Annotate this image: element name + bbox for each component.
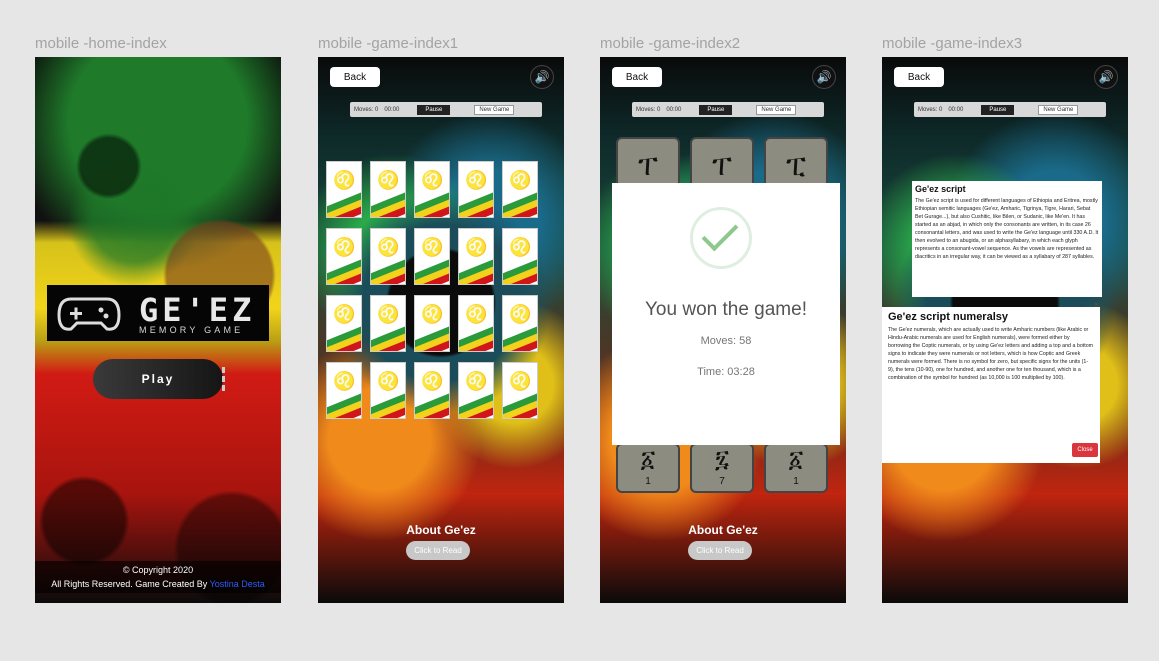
card-grid: ♌ ♌ ♌ ♌ ♌ ♌ ♌ ♌ ♌ ♌ ♌ ♌ ♌ ♌ ♌ ♌ ♌ ♌ ♌ ♌ [326,161,538,419]
memory-card[interactable]: ♌ [414,161,450,218]
copyright-line2: All Rights Reserved. Game Created By Yos… [51,579,265,589]
lion-icon: ♌ [509,170,532,190]
logo: GE'EZ MEMORY GAME [47,285,269,341]
lion-icon: ♌ [421,304,444,324]
lion-icon: ♌ [377,237,400,257]
lion-icon: ♌ [421,237,444,257]
pause-button[interactable]: Pause [981,104,1015,115]
info-title-numerals: Ge'ez script numeralsy [888,311,1009,323]
win-modal: You won the game! Moves: 58 Time: 03:28 [612,183,840,445]
game-screen-1: Back 🔊 Moves: 0 00:00 Pause New Game ♌ ♌ ♌… [318,57,564,603]
new-game-button[interactable]: New Game [756,104,797,115]
memory-card[interactable]: ♌ [326,161,362,218]
lion-icon: ♌ [465,170,488,190]
info-section-script: Ge'ez script The Ge'ez script is used fo… [912,181,1102,297]
status-bar: Moves: 0 00:00 Pause New Game [632,102,824,117]
sound-icon[interactable]: 🔊 [530,65,554,89]
lion-icon: ♌ [333,371,356,391]
close-button[interactable]: Close [1072,443,1098,457]
lion-icon: ♌ [509,237,532,257]
game-screen-3: Back 🔊 Moves: 0 00:00 Pause New Game Ge'… [882,57,1128,603]
timer: 00:00 [384,106,400,113]
logo-subtitle: MEMORY GAME [139,325,244,335]
lion-icon: ♌ [465,371,488,391]
lion-icon: ♌ [465,304,488,324]
lion-icon: ♌ [333,170,356,190]
memory-card[interactable]: ♌ [458,362,494,419]
home-screen: GE'EZ MEMORY GAME Play © Copyright 2020 … [35,57,281,603]
memory-card[interactable]: ♌ [326,228,362,285]
info-text-script: The Ge'ez script is used for different l… [915,198,1099,260]
lion-icon: ♌ [333,304,356,324]
lion-icon: ♌ [465,237,488,257]
frame-label-game1: mobile -game-index1 [318,35,459,52]
check-icon [690,207,752,269]
memory-card[interactable]: ♌ [502,295,538,352]
frame-label-home: mobile -home-index [35,35,167,52]
sound-icon[interactable]: 🔊 [1094,65,1118,89]
lion-icon: ♌ [377,170,400,190]
memory-card[interactable]: ♌ [458,228,494,285]
lion-icon: ♌ [377,371,400,391]
lion-icon: ♌ [421,371,444,391]
frame-label-game2: mobile -game-index2 [600,35,741,52]
moves-counter: Moves: 0 [636,106,661,113]
memory-card[interactable]: ♌ [370,295,406,352]
read-button[interactable]: Click to Read [688,541,752,560]
about-heading: About Ge'ez [688,523,758,537]
back-button[interactable]: Back [894,67,944,87]
memory-card[interactable]: ♌ [414,295,450,352]
memory-card[interactable]: ♌ [326,362,362,419]
memory-tile[interactable]: ፯7 [690,443,754,493]
info-text-numerals: The Ge'ez numerals, which are actually u… [888,327,1094,381]
lion-icon: ♌ [333,237,356,257]
memory-tile[interactable]: ፩1 [616,443,680,493]
memory-card[interactable]: ♌ [370,228,406,285]
copyright-line1: © Copyright 2020 [122,565,194,575]
about-heading: About Ge'ez [406,523,476,537]
info-section-numerals: Ge'ez script numeralsy The Ge'ez numeral… [882,307,1100,463]
back-button[interactable]: Back [330,67,380,87]
win-title: You won the game! [645,299,807,320]
game-screen-2: Back 🔊 Moves: 0 00:00 Pause New Game ፐ ፐ… [600,57,846,603]
memory-card[interactable]: ♌ [414,362,450,419]
gamepad-icon [57,297,121,331]
new-game-button[interactable]: New Game [474,104,515,115]
sound-icon[interactable]: 🔊 [812,65,836,89]
lion-icon: ♌ [509,304,532,324]
moves-counter: Moves: 0 [918,106,943,113]
pause-button[interactable]: Pause [417,104,451,115]
read-button[interactable]: Click to Read [406,541,470,560]
logo-title: GE'EZ [139,291,256,329]
lion-icon: ♌ [509,371,532,391]
memory-card[interactable]: ♌ [458,161,494,218]
memory-card[interactable]: ♌ [370,161,406,218]
win-moves: Moves: 58 [700,335,752,347]
author-link[interactable]: Yostina Desta [210,579,265,589]
memory-card[interactable]: ♌ [502,362,538,419]
memory-card[interactable]: ♌ [502,228,538,285]
timer: 00:00 [948,106,964,113]
memory-tile[interactable]: ፩1 [764,443,828,493]
timer: 00:00 [666,106,682,113]
status-bar: Moves: 0 00:00 Pause New Game [914,102,1106,117]
memory-card[interactable]: ♌ [370,362,406,419]
lion-icon: ♌ [421,170,444,190]
win-time: Time: 03:28 [697,366,755,378]
memory-card[interactable]: ♌ [458,295,494,352]
play-button[interactable]: Play [93,359,225,399]
pause-button[interactable]: Pause [699,104,733,115]
info-title-script: Ge'ez script [915,184,966,194]
memory-card[interactable]: ♌ [414,228,450,285]
frame-label-game3: mobile -game-index3 [882,35,1023,52]
status-bar: Moves: 0 00:00 Pause New Game [350,102,542,117]
copyright: © Copyright 2020 All Rights Reserved. Ga… [35,561,281,593]
back-button[interactable]: Back [612,67,662,87]
moves-counter: Moves: 0 [354,106,379,113]
memory-card[interactable]: ♌ [502,161,538,218]
lion-icon: ♌ [377,304,400,324]
memory-card[interactable]: ♌ [326,295,362,352]
new-game-button[interactable]: New Game [1038,104,1079,115]
